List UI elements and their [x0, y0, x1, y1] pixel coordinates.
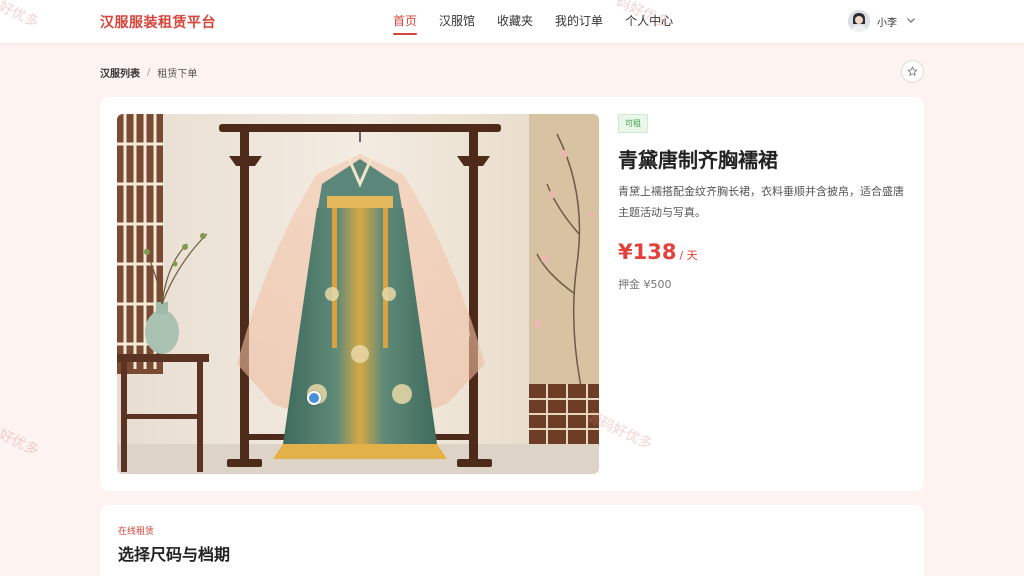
- nav-item-profile[interactable]: 个人中心: [617, 0, 681, 43]
- breadcrumb-separator: /: [147, 67, 151, 78]
- rental-section-card: 在线租赁 选择尺码与档期: [100, 505, 924, 576]
- product-description: 青黛上襦搭配金纹齐胸长裙，衣料垂顺并含披帛，适合盛唐主题活动与写真。: [618, 185, 904, 219]
- chevron-down-icon[interactable]: [904, 12, 918, 31]
- price-unit: / 天: [679, 249, 698, 262]
- section-title: 选择尺码与档期: [118, 545, 231, 564]
- nav-item-hanfu-hall[interactable]: 汉服馆: [431, 0, 483, 43]
- brand-logo-text[interactable]: 汉服服装租赁平台: [100, 12, 216, 32]
- nav-item-my-orders[interactable]: 我的订单: [547, 0, 611, 43]
- user-menu[interactable]: 小李: [848, 10, 918, 32]
- favorite-button[interactable]: [901, 60, 924, 83]
- breadcrumb-hanfu-list[interactable]: 汉服列表: [100, 65, 140, 80]
- nav-item-home[interactable]: 首页: [385, 0, 425, 43]
- price-block: ¥138 / 天: [618, 240, 698, 264]
- product-title: 青黛唐制齐胸襦裙: [618, 148, 778, 172]
- section-label: 在线租赁: [118, 527, 155, 537]
- image-hotspot-dot[interactable]: [307, 391, 321, 405]
- watermark-text: 好优多: [0, 426, 41, 460]
- nav-item-favorites[interactable]: 收藏夹: [489, 0, 541, 43]
- deposit-text: 押金 ¥500: [618, 278, 672, 291]
- breadcrumb-current: 租赁下单: [157, 69, 198, 80]
- breadcrumb: 汉服列表 / 租赁下单: [100, 65, 197, 80]
- price-value: ¥138: [618, 240, 677, 264]
- star-outline-icon: [907, 62, 918, 81]
- product-card: 可租 青黛唐制齐胸襦裙 青黛上襦搭配金纹齐胸长裙，衣料垂顺并含披帛，适合盛唐主题…: [100, 97, 924, 491]
- status-badge: 可租: [618, 114, 648, 133]
- user-name: 小李: [877, 17, 897, 29]
- product-photo[interactable]: [117, 114, 599, 474]
- main-nav: 首页 汉服馆 收藏夹 我的订单 个人中心: [385, 0, 687, 43]
- top-navigation-bar: 汉服服装租赁平台 首页 汉服馆 收藏夹 我的订单 个人中心 小李: [0, 0, 1024, 43]
- user-avatar[interactable]: [848, 10, 870, 32]
